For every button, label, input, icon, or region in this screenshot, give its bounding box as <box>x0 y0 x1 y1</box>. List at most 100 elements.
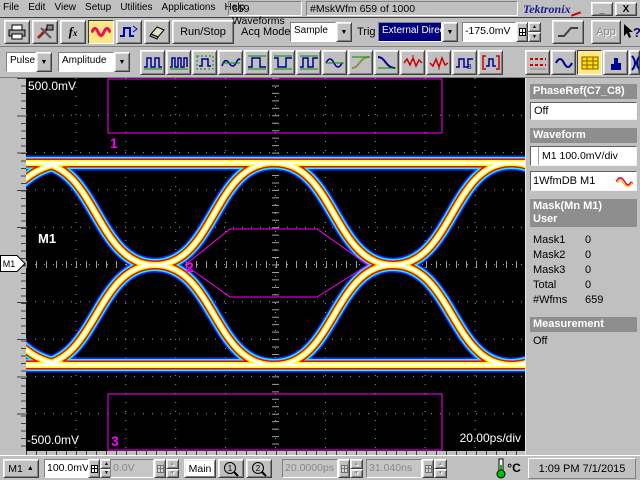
measurement-toolbar: Pulse ▼ Amplitude ▼ B <box>0 47 640 78</box>
main-toolbar: fx Run/Stop Acq Mode Sample ▼ Trig Exter… <box>0 18 640 47</box>
run-stop-button[interactable]: Run/Stop <box>172 20 234 44</box>
horizontal-delay-stepper: ▲ ▼ <box>434 459 447 478</box>
step-up-icon: ▲ <box>166 459 179 469</box>
meas-period-button[interactable] <box>140 50 165 75</box>
horizontal-scale-stepper: ▲ ▼ <box>350 459 363 478</box>
clock-panel: 1:09 PM 7/1/2015 <box>528 458 636 479</box>
meas-overshoot-button[interactable] <box>296 50 321 75</box>
view-eye-button[interactable] <box>629 50 640 75</box>
readout-panel: PhaseRef(C7_C8) Off Waveform M1 100.0mV/… <box>525 78 640 455</box>
acquisition-button[interactable] <box>116 20 142 44</box>
signal-class-dropdown-arrow-icon[interactable]: ▼ <box>36 52 52 72</box>
view-cursors-button[interactable] <box>525 50 550 75</box>
meas-category-select[interactable]: Amplitude ▼ <box>58 52 130 72</box>
mask1-count-label: Mask1 <box>533 234 566 246</box>
waveform-display-button[interactable] <box>88 20 114 44</box>
waveform-database-row[interactable]: 1WfmDB M1 <box>530 171 637 191</box>
magnifier-1-icon: 1 <box>224 461 239 477</box>
mask-wfms-label: #Wfms <box>533 294 568 306</box>
measurement-buttons: B <box>140 50 503 75</box>
vertical-offset-value: 0.0V <box>110 459 154 478</box>
menu-file[interactable]: File <box>0 0 22 15</box>
trig-source-value: External Direct <box>378 22 442 42</box>
keypad-icon[interactable] <box>516 22 528 42</box>
meas-sine-cross-button[interactable] <box>322 50 347 75</box>
trig-level-spinbox[interactable]: -175.0mV ▲ ▼ <box>462 22 541 42</box>
meas-bracketed-pulse-button[interactable] <box>478 50 503 75</box>
waveform-header: Waveform <box>530 128 637 143</box>
meas-rise-time-button[interactable] <box>348 50 373 75</box>
menu-utilities[interactable]: Utilities <box>117 0 155 15</box>
measurement-header: Measurement <box>530 317 637 332</box>
rising-edge-icon <box>558 27 578 37</box>
waveform-scale-text: M1 100.0mV/div <box>542 150 618 162</box>
meas-noise-pos-button[interactable] <box>400 50 425 75</box>
mag1-view-button[interactable]: 1 <box>218 459 244 478</box>
signal-class-select[interactable]: Pulse ▼ <box>6 52 52 72</box>
eraser-button[interactable] <box>144 20 170 44</box>
formula-button[interactable]: fx <box>60 20 86 44</box>
view-vectors-button[interactable] <box>551 50 576 75</box>
mask3-label: 3 <box>111 433 119 449</box>
mask-icon <box>581 56 598 69</box>
acquisition-pulse-icon <box>120 25 138 37</box>
context-help-button[interactable]: ? <box>622 21 640 43</box>
menu-view[interactable]: View <box>51 0 79 15</box>
menu-setup[interactable]: Setup <box>82 0 114 15</box>
eraser-icon <box>149 26 165 40</box>
source-selector-label: M1 <box>8 462 23 475</box>
mask-header: Mask(Mn M1) User <box>530 199 637 227</box>
trig-level-value[interactable]: -175.0mV <box>462 22 516 42</box>
step-down-icon: ▼ <box>350 468 363 478</box>
minimize-button[interactable]: _ <box>591 2 613 16</box>
status-bar: M1 ▲ 100.0mV ▲ ▼ 0.0V ▲ ▼ Main 1 2 20.0000… <box>0 455 640 480</box>
meas-category-value: Amplitude <box>58 52 114 72</box>
waveform-select-box[interactable] <box>531 147 539 165</box>
cursors-icon <box>529 57 546 69</box>
view-histogram-button[interactable] <box>603 50 628 75</box>
acq-mode-dropdown-arrow-icon[interactable]: ▼ <box>336 22 352 42</box>
trig-level-stepper[interactable]: ▲ ▼ <box>528 22 541 42</box>
meas-frequency-button[interactable] <box>166 50 191 75</box>
keypad-icon[interactable] <box>88 459 100 478</box>
meas-bit-time-button[interactable]: B <box>452 50 477 75</box>
main-view-button[interactable]: Main <box>184 459 216 478</box>
step-up-icon[interactable]: ▲ <box>528 22 541 32</box>
view-mask-button[interactable] <box>577 50 602 75</box>
print-button[interactable] <box>4 20 30 44</box>
m1-channel-marker[interactable]: M1 <box>0 255 26 272</box>
temperature-unit-label: °C <box>507 461 521 475</box>
meas-category-dropdown-arrow-icon[interactable]: ▼ <box>114 52 130 72</box>
source-selector-button[interactable]: M1 ▲ <box>3 459 39 478</box>
meas-fall-time-button[interactable] <box>374 50 399 75</box>
mask3-count-label: Mask3 <box>533 264 566 276</box>
acq-mode-select[interactable]: Sample ▼ <box>290 22 352 42</box>
mask2-count-label: Mask2 <box>533 249 566 261</box>
keypad-icon <box>422 459 434 478</box>
trig-source-dropdown-arrow-icon[interactable]: ▼ <box>442 22 458 42</box>
meas-pos-duty-button[interactable] <box>244 50 269 75</box>
horizontal-scale-value: 20.0000ps <box>282 459 338 478</box>
acq-mode-value: Sample <box>290 22 336 42</box>
tools-button[interactable] <box>32 20 58 44</box>
phaseref-value[interactable]: Off <box>530 102 637 120</box>
meas-sine-mid-button[interactable] <box>218 50 243 75</box>
vertical-scale-value[interactable]: 100.0mV <box>44 459 89 478</box>
app-button[interactable]: App <box>591 20 621 44</box>
mag2-view-button[interactable]: 2 <box>246 459 272 478</box>
meas-neg-duty-button[interactable] <box>270 50 295 75</box>
vertical-scale-spinbox[interactable]: 100.0mV ▲ ▼ <box>44 459 113 478</box>
graticule[interactable]: 1 2 3 500.0mV -500.0mV 20.00ps/div M1 <box>26 78 525 451</box>
menu-edit[interactable]: Edit <box>25 0 48 15</box>
meas-gated-width-button[interactable] <box>192 50 217 75</box>
waveform-icon <box>91 27 111 38</box>
vertical-bottom-readout: -500.0mV <box>27 433 80 447</box>
step-down-icon[interactable]: ▼ <box>528 32 541 42</box>
trig-source-select[interactable]: External Direct ▼ <box>378 22 458 42</box>
close-button[interactable]: X <box>615 2 637 16</box>
meas-noise-neg-button[interactable] <box>426 50 451 75</box>
waveform-scale-row[interactable]: M1 100.0mV/div <box>530 146 637 166</box>
menu-applications[interactable]: Applications <box>159 0 219 15</box>
trig-slope-button[interactable] <box>552 20 584 44</box>
waveform-database-text: 1WfmDB M1 <box>533 175 596 187</box>
